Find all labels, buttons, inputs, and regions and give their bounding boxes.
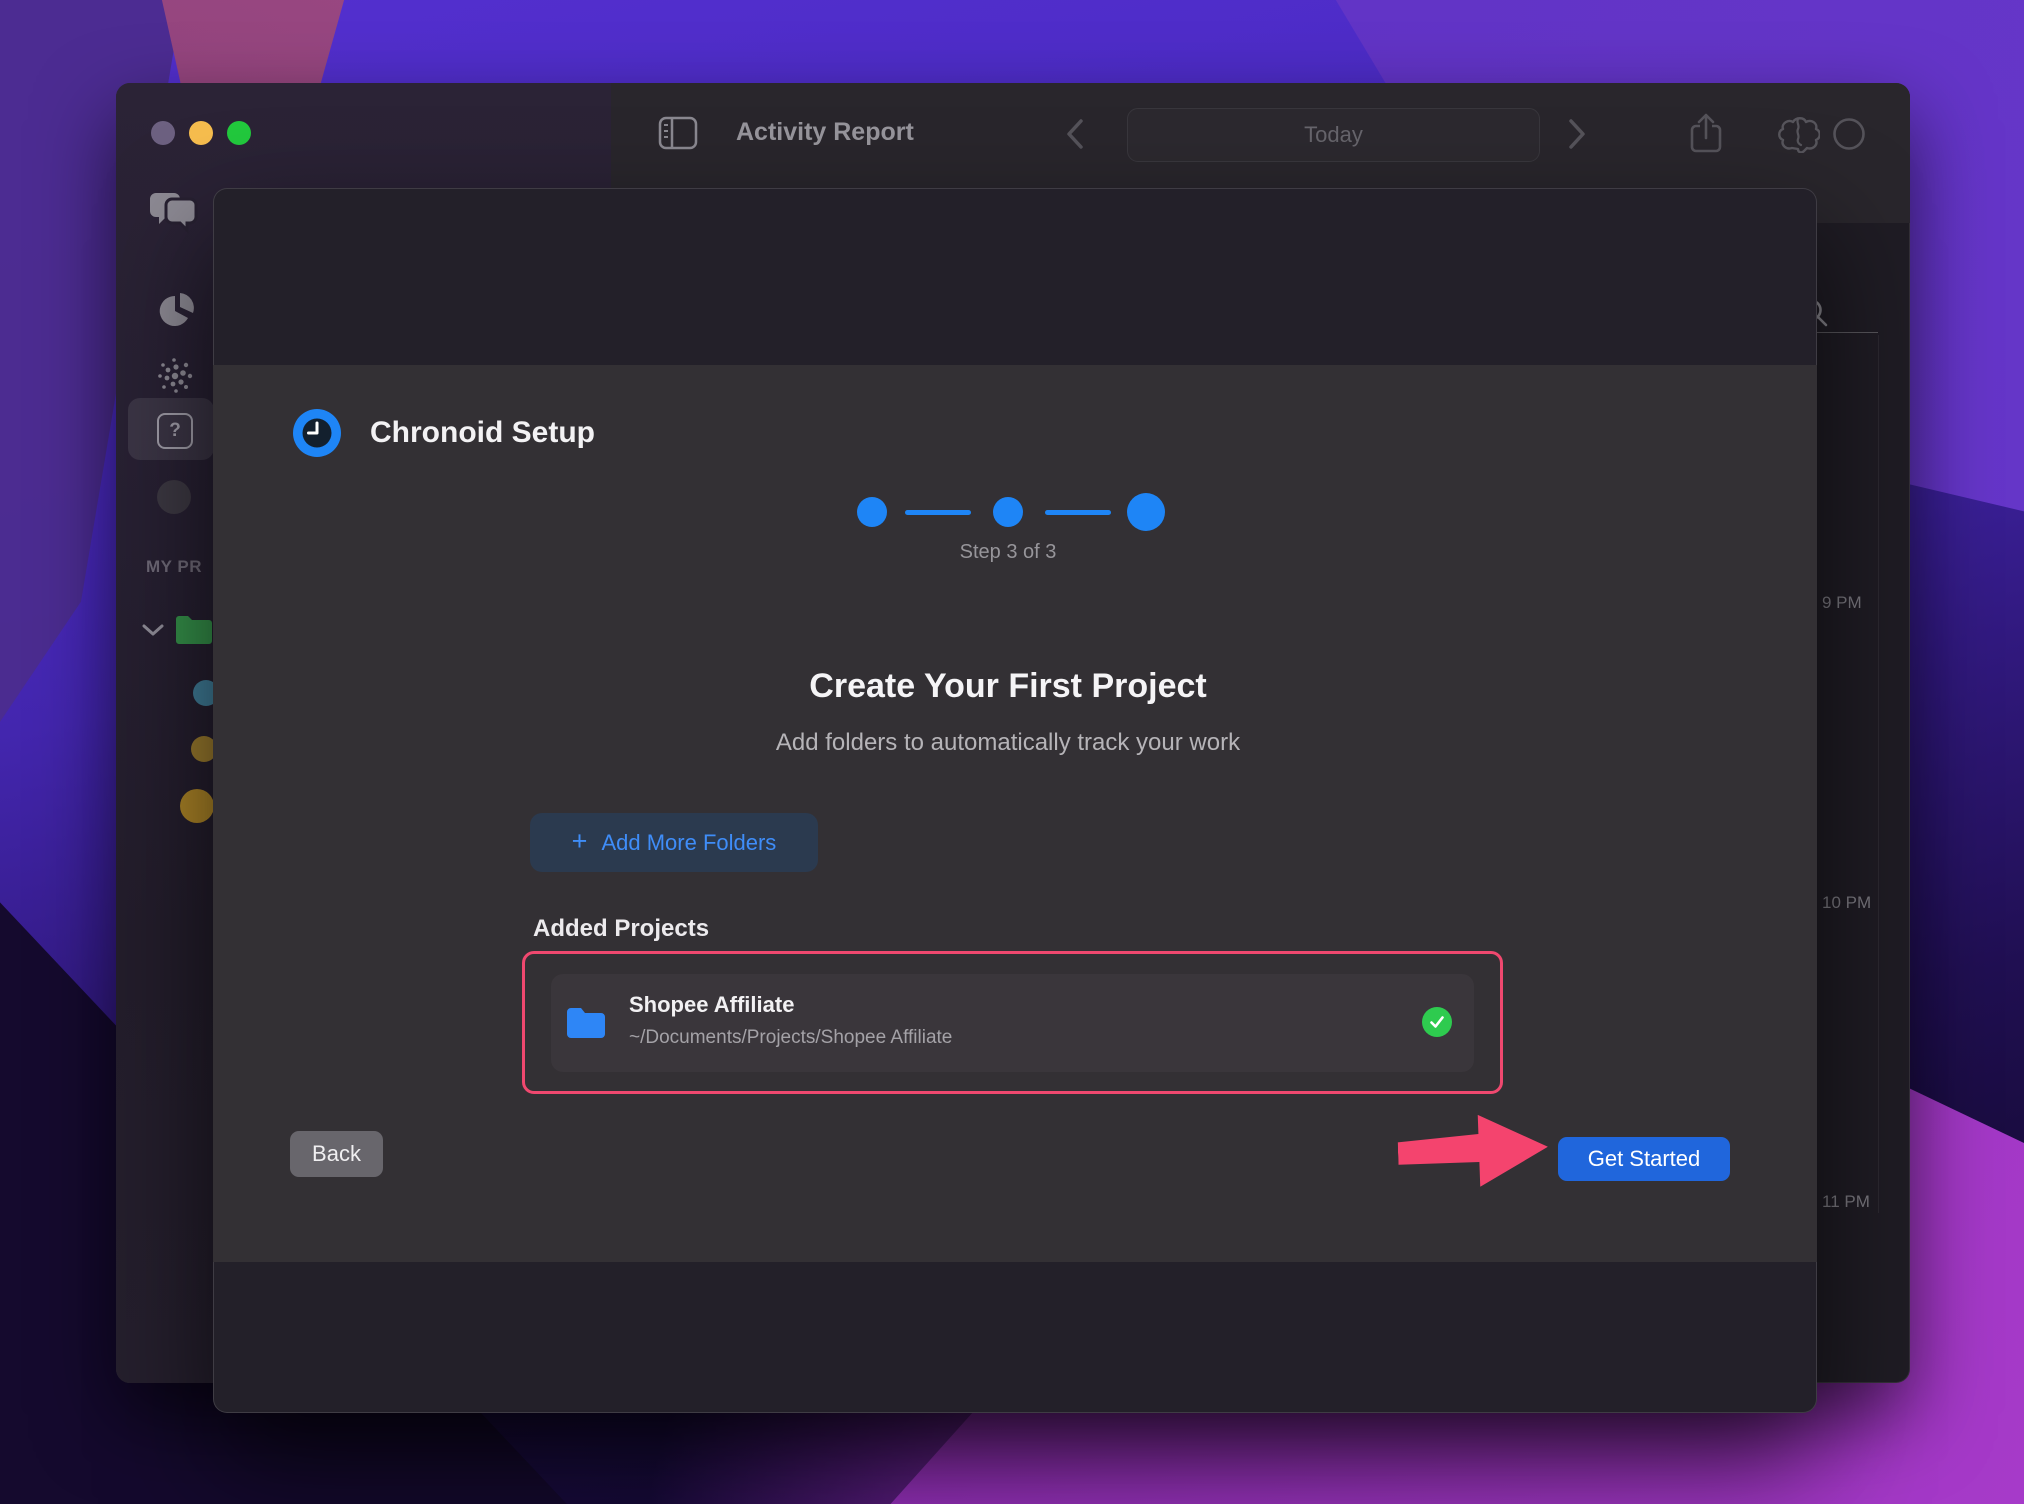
window-close-button[interactable]	[151, 121, 175, 145]
step-dot-2	[993, 497, 1023, 527]
get-started-button[interactable]: Get Started	[1558, 1137, 1730, 1181]
nav-previous-button[interactable]	[1066, 119, 1084, 149]
step-dot-1	[857, 497, 887, 527]
search-underline	[1816, 332, 1878, 333]
add-more-folders-label: Add More Folders	[601, 830, 776, 856]
timeline-time: 10 PM	[1822, 893, 1871, 913]
project-color-dot-gold[interactable]	[180, 789, 214, 823]
chat-bubbles-icon[interactable]	[146, 193, 198, 237]
step-label: Step 3 of 3	[213, 541, 1803, 564]
sidebar-section-label: MY PR	[146, 557, 202, 577]
window-minimize-button[interactable]	[189, 121, 213, 145]
dialog-title: Chronoid Setup	[370, 416, 595, 450]
timeline-time: 9 PM	[1822, 593, 1862, 613]
setup-dialog: Chronoid Setup Step 3 of 3 Create Your F…	[213, 188, 1817, 1413]
back-button[interactable]: Back	[290, 1131, 383, 1177]
added-projects-label: Added Projects	[533, 915, 709, 943]
chevron-down-icon[interactable]	[142, 623, 164, 637]
avatar[interactable]	[157, 480, 191, 514]
dots-cluster-icon[interactable]	[155, 356, 195, 396]
setup-subheading: Add folders to automatically track your …	[213, 729, 1803, 757]
pie-chart-icon[interactable]	[158, 292, 196, 328]
desktop: ? MY PR Activity Report To	[0, 0, 2024, 1504]
help-icon[interactable]: ?	[157, 413, 193, 449]
status-circle-icon[interactable]	[1832, 117, 1866, 151]
brain-icon[interactable]	[1776, 113, 1820, 153]
add-more-folders-button[interactable]: + Add More Folders	[530, 813, 818, 872]
plus-icon: +	[572, 826, 588, 857]
folder-icon-green[interactable]	[174, 614, 214, 646]
chronoid-clock-logo-icon	[293, 409, 341, 457]
timeline-time: 11 PM	[1822, 1192, 1870, 1212]
nav-next-button[interactable]	[1568, 119, 1586, 149]
sidebar-toggle-button[interactable]	[658, 116, 698, 150]
window-zoom-button[interactable]	[227, 121, 251, 145]
date-range-selector[interactable]: Today	[1127, 108, 1540, 162]
page-title: Activity Report	[736, 118, 914, 147]
step-dot-3-active	[1127, 493, 1165, 531]
step-connector	[1045, 510, 1111, 515]
share-icon[interactable]	[1688, 111, 1724, 155]
step-connector	[905, 510, 971, 515]
setup-heading: Create Your First Project	[213, 667, 1803, 706]
timeline-axis	[1878, 335, 1879, 1213]
annotation-highlight-box	[522, 951, 1503, 1094]
